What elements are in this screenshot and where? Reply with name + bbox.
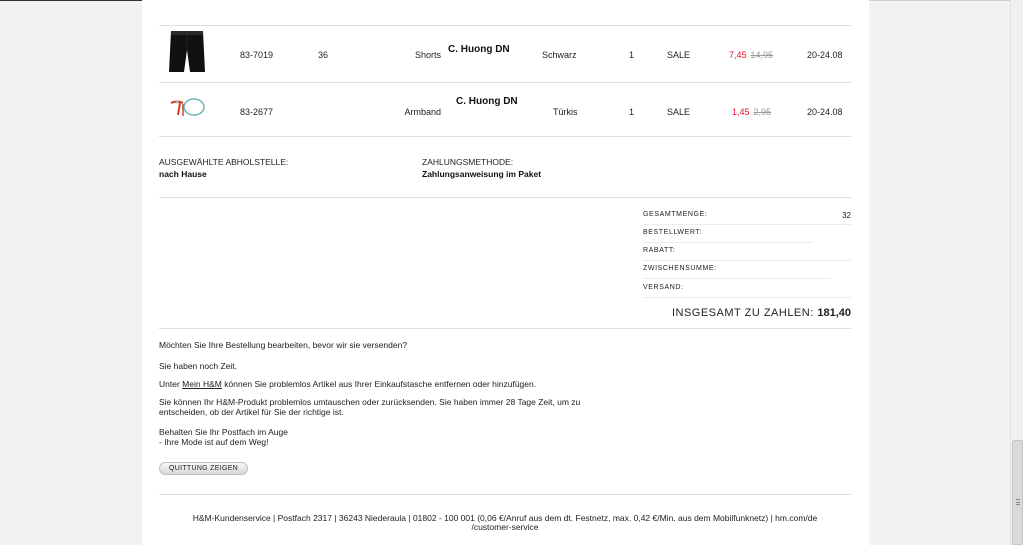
footer: H&M-Kundenservice | Postfach 2317 | 3624… — [159, 514, 851, 532]
pickup-label: AUSGEWÄHLTE ABHOLSTELLE: — [159, 157, 289, 167]
delivery-date: 20-24.08 — [807, 50, 843, 60]
my-hm-text: Unter Mein H&M können Sie problemlos Art… — [159, 379, 537, 389]
summary-shipping: VERSAND: — [643, 280, 851, 298]
summary-discount: RABATT: — [643, 243, 851, 261]
scrollbar-thumb[interactable] — [1012, 440, 1023, 545]
payment-value: Zahlungsanweisung im Paket — [422, 169, 542, 179]
divider — [159, 197, 851, 198]
price-old: 14,95 — [750, 50, 774, 60]
price-old: 2,95 — [753, 107, 772, 117]
order-confirmation-page: 83-7019 36 Shorts C. Huong DN Schwarz 1 … — [142, 0, 869, 545]
item-color: Schwarz — [542, 50, 577, 60]
closing-line-1: Behalten Sie Ihr Postfach im Auge — [159, 427, 288, 437]
item-type: Shorts — [414, 50, 441, 60]
payment-label: ZAHLUNGSMETHODE: — [422, 157, 514, 167]
item-color: Türkis — [553, 107, 578, 117]
price-new: 1,45 — [732, 107, 750, 117]
divider — [159, 328, 851, 329]
summary-subtotal: ZWISCHENSUMME: — [643, 261, 851, 279]
seller-name: C. Huong DN — [456, 96, 518, 107]
footer-line-2: /customer-service — [471, 522, 539, 532]
item-price: 1,45 2,95 — [732, 107, 771, 117]
article-number: 83-7019 — [240, 50, 274, 60]
order-item-row: 83-2677 Armband C. Huong DN Türkis 1 SAL… — [142, 83, 869, 139]
divider — [159, 136, 851, 137]
order-item-row: 83-7019 36 Shorts C. Huong DN Schwarz 1 … — [142, 26, 869, 82]
pickup-value: nach Hause — [159, 169, 207, 179]
item-size: 36 — [318, 50, 329, 60]
item-quantity: 1 — [629, 50, 635, 60]
grand-total-label: INSGESAMT ZU ZAHLEN: — [671, 307, 814, 319]
grand-total: INSGESAMT ZU ZAHLEN: 181,40 — [672, 307, 851, 319]
show-receipt-button[interactable]: QUITTUNG ZEIGEN — [159, 462, 248, 475]
item-price: 7,45 14,95 — [729, 50, 773, 60]
divider — [159, 494, 851, 495]
bracelet-image[interactable] — [168, 95, 208, 123]
seller-name: C. Huong DN — [448, 44, 510, 55]
item-type: Armband — [404, 107, 441, 117]
price-new: 7,45 — [729, 50, 747, 60]
time-left-text: Sie haben noch Zeit. — [159, 361, 237, 371]
return-info-text: Sie können Ihr H&M-Produkt problemlos um… — [159, 397, 581, 417]
vertical-scrollbar[interactable] — [1010, 0, 1023, 545]
black-shorts-image[interactable] — [168, 30, 206, 76]
item-quantity: 1 — [629, 107, 635, 117]
item-status: SALE — [667, 107, 691, 117]
summary-total-qty: GESAMTMENGE: 32 — [643, 207, 851, 225]
closing-line-2: - Ihre Mode ist auf dem Weg! — [159, 437, 269, 447]
delivery-date: 20-24.08 — [807, 107, 843, 117]
summary-order-value: BESTELLWERT: — [643, 225, 851, 243]
item-status: SALE — [667, 50, 691, 60]
grand-total-value: 181,40 — [817, 307, 851, 319]
my-hm-link[interactable]: Mein H&M — [182, 379, 222, 389]
edit-question-text: Möchten Sie Ihre Bestellung bearbeiten, … — [159, 340, 408, 350]
grip-icon — [1016, 499, 1020, 505]
article-number: 83-2677 — [240, 107, 274, 117]
